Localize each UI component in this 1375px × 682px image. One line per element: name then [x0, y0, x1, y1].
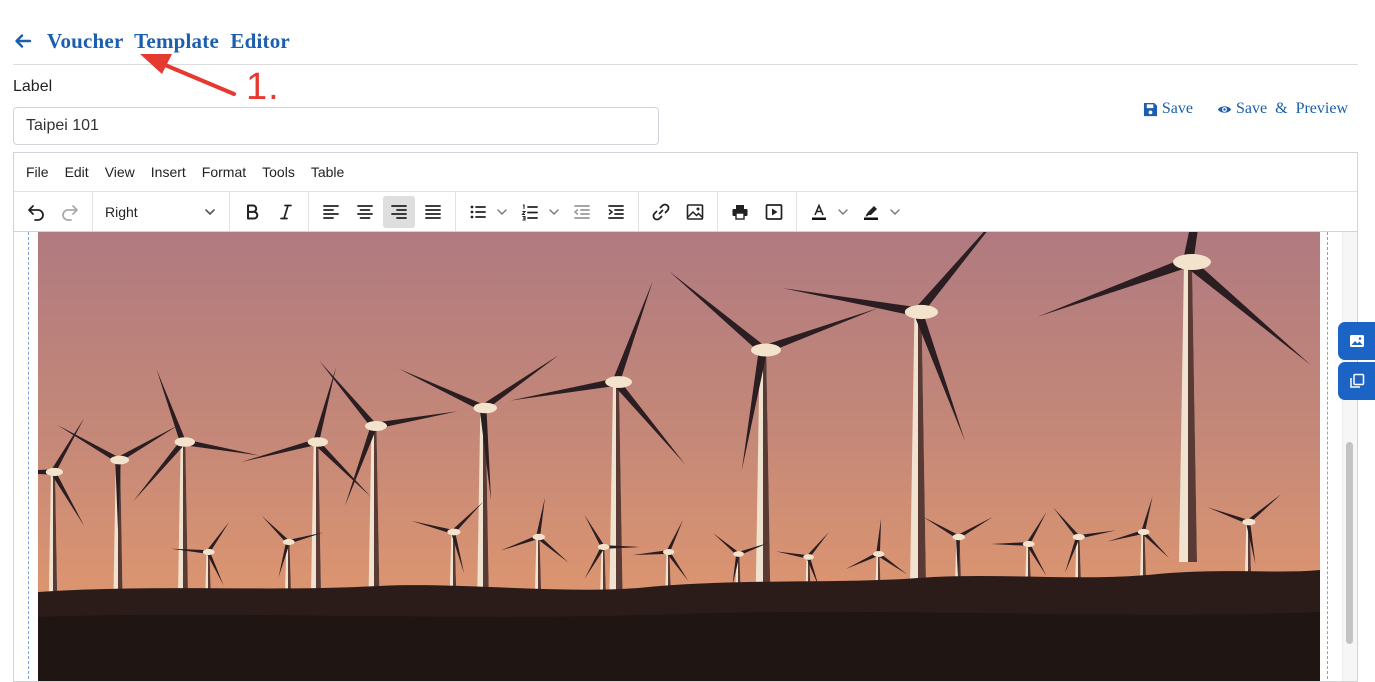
outdent-button[interactable]: [566, 196, 598, 228]
bullet-list-icon: [470, 205, 486, 218]
editor-menubar: File Edit View Insert Format Tools Table: [14, 153, 1357, 192]
chevron-down-icon: [205, 208, 215, 215]
outdent-icon: [573, 204, 590, 219]
editor-scrollbar[interactable]: [1342, 232, 1357, 681]
chevron-down-icon: [838, 208, 848, 215]
alignment-group: [309, 192, 456, 231]
alignment-select-group: Right: [93, 192, 230, 231]
save-preview-button[interactable]: Save & Preview: [1217, 100, 1348, 118]
align-justify-button[interactable]: [417, 196, 449, 228]
copy-panel-tab[interactable]: [1338, 362, 1375, 400]
chevron-down-icon: [549, 208, 559, 215]
color-group: [797, 192, 911, 231]
editor-toolbar: Right: [14, 192, 1357, 232]
media-icon: [765, 203, 783, 220]
save-preview-label: Save & Preview: [1236, 100, 1348, 117]
align-center-icon: [357, 204, 373, 219]
history-group: [14, 192, 93, 231]
action-bar: Save Save & Preview: [1143, 100, 1348, 118]
indent-button[interactable]: [600, 196, 632, 228]
media-button[interactable]: [758, 196, 790, 228]
image-icon: [686, 203, 704, 220]
menu-format[interactable]: Format: [202, 164, 246, 180]
back-arrow-icon: [15, 34, 32, 48]
bold-icon: [247, 204, 259, 219]
menu-insert[interactable]: Insert: [151, 164, 186, 180]
align-justify-icon: [425, 204, 441, 219]
alignment-select[interactable]: Right: [99, 197, 223, 227]
output-group: [718, 192, 797, 231]
menu-file[interactable]: File: [26, 164, 49, 180]
redo-icon: [62, 204, 78, 221]
page-title: Voucher Template Editor: [47, 28, 290, 53]
rich-text-editor: File Edit View Insert Format Tools Table…: [13, 152, 1358, 682]
text-color-button[interactable]: [803, 196, 853, 228]
text-color-main: [803, 196, 835, 228]
menu-tools[interactable]: Tools: [262, 164, 295, 180]
highlight-icon: [864, 205, 878, 220]
list-group: [456, 192, 639, 231]
print-button[interactable]: [724, 196, 756, 228]
link-icon: [652, 203, 670, 220]
highlight-color-button[interactable]: [855, 196, 905, 228]
page-header: Voucher Template Editor: [13, 24, 290, 58]
copy-panel-icon: [1349, 373, 1364, 388]
indent-icon: [608, 204, 624, 219]
image-panel-icon: [1349, 335, 1364, 347]
redo-button[interactable]: [54, 196, 86, 228]
link-button[interactable]: [645, 196, 677, 228]
undo-button[interactable]: [20, 196, 52, 228]
chevron-down-icon: [890, 208, 900, 215]
label-caption: Label: [13, 78, 53, 95]
bullet-list-button[interactable]: [462, 196, 512, 228]
back-button[interactable]: [13, 31, 33, 51]
numbered-list-button[interactable]: [514, 196, 564, 228]
wind-turbines-photo[interactable]: [38, 232, 1320, 681]
eye-icon: [1217, 105, 1232, 113]
save-button[interactable]: Save: [1143, 100, 1193, 118]
align-left-button[interactable]: [315, 196, 347, 228]
menu-table[interactable]: Table: [311, 164, 344, 180]
header-divider: [13, 64, 1358, 65]
menu-view[interactable]: View: [105, 164, 135, 180]
text-style-group: [230, 192, 309, 231]
numbered-list-main: [514, 196, 546, 228]
highlight-color-main: [855, 196, 887, 228]
insert-group: [639, 192, 718, 231]
align-left-icon: [323, 204, 339, 219]
undo-icon: [28, 204, 44, 221]
numbered-list-icon: [521, 203, 538, 221]
align-center-button[interactable]: [349, 196, 381, 228]
annotation-label: 1.: [246, 66, 280, 108]
align-right-button[interactable]: [383, 195, 415, 228]
italic-button[interactable]: [270, 196, 302, 228]
chevron-down-icon: [497, 208, 507, 215]
image-panel-tab[interactable]: [1338, 322, 1375, 360]
editor-content[interactable]: [14, 232, 1357, 681]
image-selection-frame: [28, 232, 1328, 681]
label-input[interactable]: [13, 107, 659, 145]
side-panel-tabs: [1338, 322, 1375, 402]
print-icon: [732, 204, 748, 220]
scrollbar-thumb[interactable]: [1346, 442, 1353, 644]
menu-edit[interactable]: Edit: [65, 164, 89, 180]
bold-button[interactable]: [236, 196, 268, 228]
image-button[interactable]: [679, 196, 711, 228]
text-color-icon: [812, 202, 826, 220]
align-right-icon: [391, 204, 407, 219]
italic-icon: [280, 204, 292, 219]
bullet-list-main: [462, 196, 494, 228]
alignment-select-value: Right: [105, 203, 138, 220]
save-label: Save: [1161, 100, 1194, 117]
save-icon: [1143, 102, 1157, 116]
